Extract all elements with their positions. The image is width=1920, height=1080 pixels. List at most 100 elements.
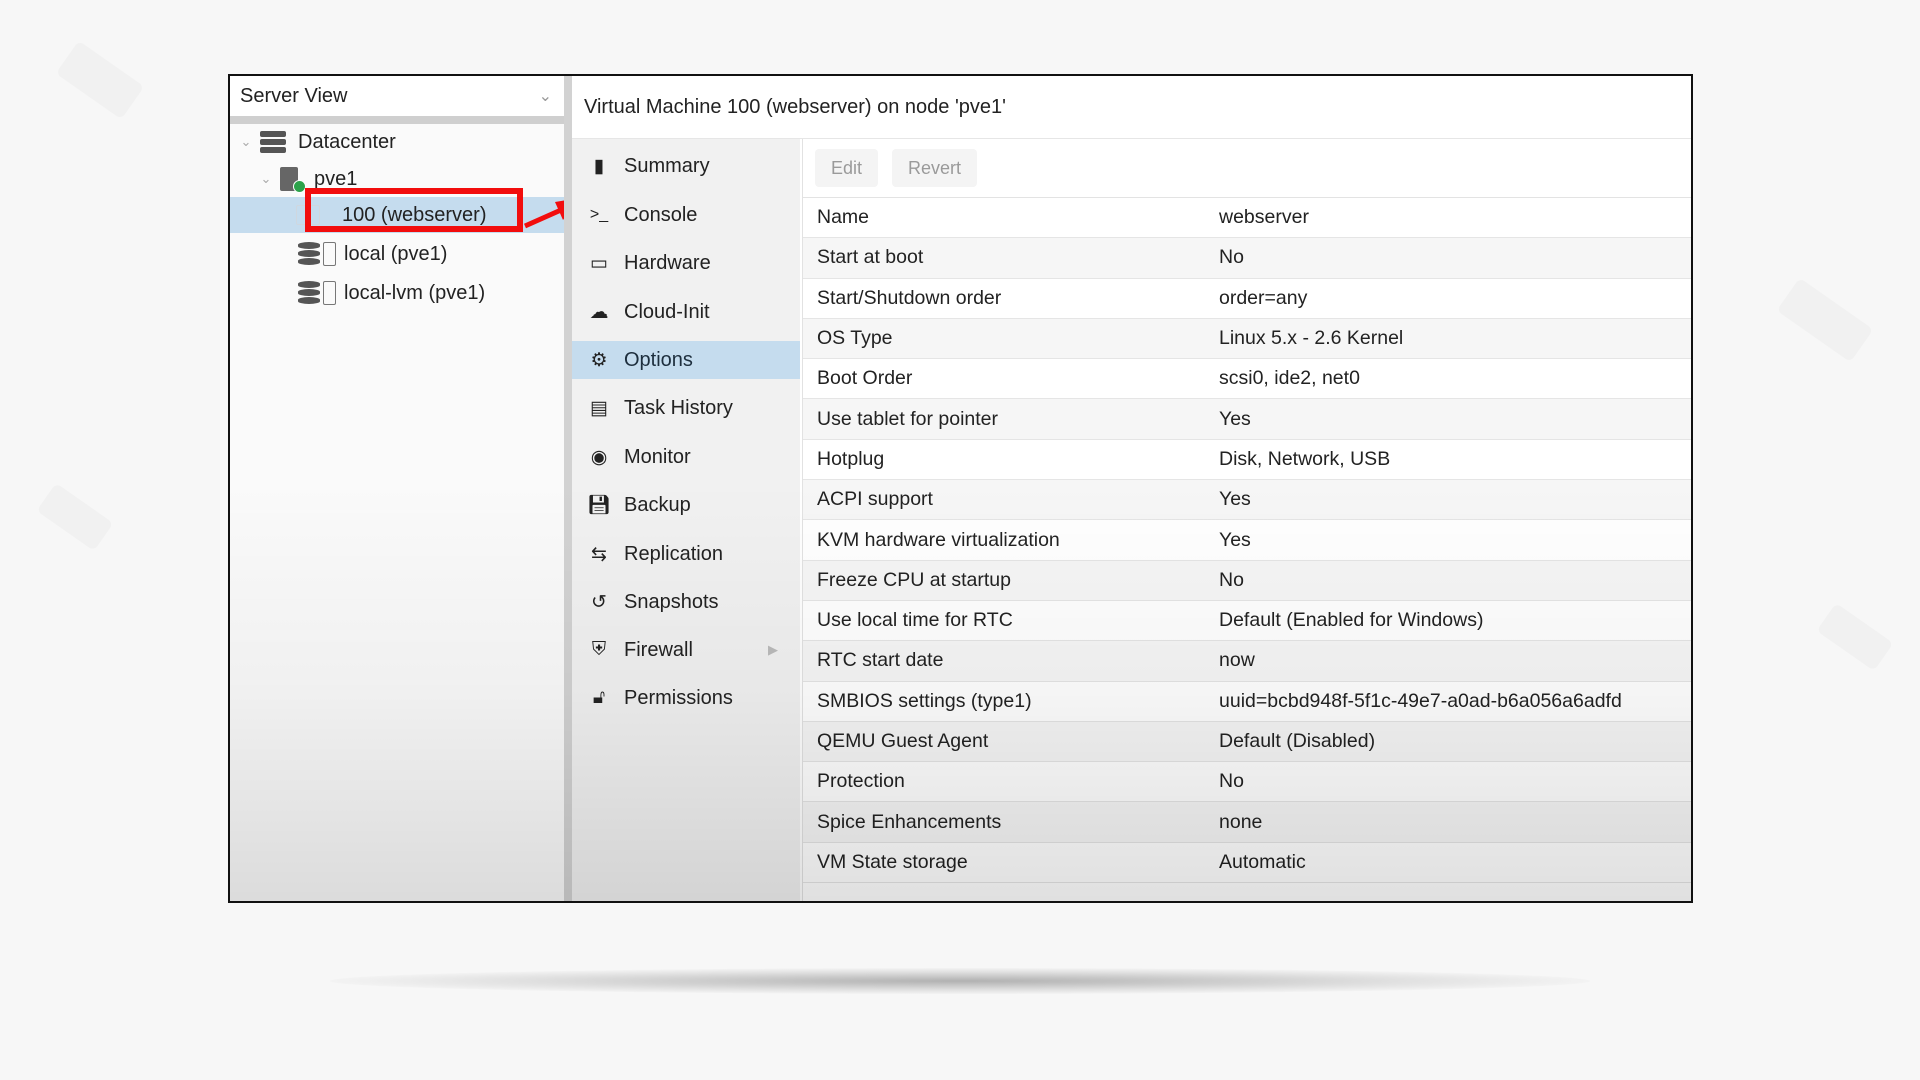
storage-icon (298, 242, 320, 266)
option-value: No (1219, 246, 1244, 269)
option-key: OS Type (817, 327, 893, 350)
option-key: Hotplug (817, 447, 885, 470)
option-row[interactable]: Protection No (803, 762, 1691, 803)
option-value: Yes (1219, 407, 1251, 430)
options-toolbar: Edit Revert (803, 139, 1691, 198)
nav-item-snapshots[interactable]: ↺ Snapshots (572, 583, 800, 621)
nav-item-label: Snapshots (624, 590, 719, 613)
nav-item-label: Console (624, 203, 698, 226)
panel-splitter[interactable] (564, 76, 572, 901)
option-row[interactable]: Start/Shutdown order order=any (803, 279, 1691, 319)
option-row[interactable]: ACPI support Yes (803, 480, 1691, 521)
option-row[interactable]: Use tablet for pointer Yes (803, 399, 1691, 440)
drop-shadow (330, 968, 1590, 994)
option-row[interactable]: Boot Order scsi0, ide2, net0 (803, 359, 1691, 400)
option-key: QEMU Guest Agent (817, 730, 989, 752)
background-shape (36, 482, 114, 552)
background-shape (55, 40, 145, 120)
view-selector-label: Server View (240, 84, 348, 107)
option-key: SMBIOS settings (type1) (817, 689, 1032, 712)
nav-item-label: Firewall (624, 638, 693, 661)
shield-icon: ⛨ (591, 639, 607, 660)
nav-item-backup[interactable]: 💾︎ Backup (572, 486, 800, 524)
revert-button[interactable]: Revert (892, 149, 978, 187)
option-key: RTC start date (817, 649, 944, 672)
nav-item-console[interactable]: >_ Console (572, 196, 800, 234)
page-title: Virtual Machine 100 (webserver) on node … (572, 76, 1691, 139)
view-selector[interactable]: Server View ⌄ (230, 76, 564, 116)
eye-icon: ◉ (590, 446, 608, 468)
option-value: now (1219, 649, 1255, 672)
option-key: VM State storage (817, 850, 968, 873)
nav-item-label: Replication (624, 542, 723, 565)
server-online-icon (280, 167, 306, 193)
option-key: Use local time for RTC (817, 609, 1013, 632)
nav-item-label: Cloud-Init (624, 300, 710, 323)
background-shape (1816, 602, 1894, 672)
option-value: scsi0, ide2, net0 (1219, 367, 1360, 390)
history-icon: ↺ (591, 591, 607, 613)
option-value: none (1219, 810, 1263, 833)
option-key: Freeze CPU at startup (817, 568, 1011, 591)
nav-item-label: Hardware (624, 251, 711, 274)
book-icon: ▮ (593, 155, 605, 177)
option-row[interactable]: Hotplug Disk, Network, USB (803, 440, 1691, 481)
tree-node-label: local (pve1) (344, 242, 448, 265)
arrow-shaft (523, 207, 563, 229)
nav-item-replication[interactable]: ⇆ Replication (572, 535, 800, 573)
vm-nav-menu: ▮ Summary >_ Console ▭ Hardware ☁ Cloud-… (572, 139, 800, 901)
option-value: uuid=bcbd948f-5f1c-49e7-a0ad-b6a056a6adf… (1219, 689, 1622, 712)
nav-item-options[interactable]: ⚙ Options (572, 341, 800, 379)
monitor-icon: ▭ (590, 252, 608, 274)
nav-item-monitor[interactable]: ◉ Monitor (572, 438, 800, 476)
option-key: Start/Shutdown order (817, 286, 1002, 309)
unlock-icon: 🔓︎ (592, 687, 606, 708)
storage-icon (298, 281, 320, 305)
option-row[interactable]: OS Type Linux 5.x - 2.6 Kernel (803, 318, 1691, 360)
nav-item-task-history[interactable]: ▤ Task History (572, 389, 800, 427)
expand-chevron-icon[interactable]: ⌄ (238, 134, 254, 150)
option-value: Yes (1219, 488, 1251, 511)
tree-node-storage-local[interactable]: local (pve1) (230, 236, 564, 272)
option-value: order=any (1219, 286, 1308, 309)
terminal-icon: >_ (589, 206, 609, 223)
option-key: Start at boot (817, 246, 924, 269)
submenu-arrow-icon: ▶ (768, 642, 778, 657)
nav-item-permissions[interactable]: 🔓︎ Permissions (572, 679, 800, 717)
tree-node-label: Datacenter (298, 130, 396, 153)
vm-panel: Virtual Machine 100 (webserver) on node … (572, 76, 1691, 901)
nav-item-cloud-init[interactable]: ☁ Cloud-Init (572, 293, 800, 331)
background-shape (1776, 277, 1874, 363)
option-value: Disk, Network, USB (1219, 447, 1391, 470)
tree-node-storage-local-lvm[interactable]: local-lvm (pve1) (230, 275, 564, 311)
option-row[interactable]: Name webserver (803, 198, 1691, 239)
nav-item-hardware[interactable]: ▭ Hardware (572, 244, 800, 282)
option-value: Linux 5.x - 2.6 Kernel (1219, 327, 1404, 350)
highlight-annotation-box (305, 188, 523, 232)
gear-icon: ⚙ (590, 349, 608, 371)
option-row[interactable]: Use local time for RTC Default (Enabled f… (803, 601, 1691, 642)
option-row[interactable]: VM State storage Automatic (803, 843, 1691, 884)
retweet-icon: ⇆ (591, 543, 607, 565)
option-row[interactable]: RTC start date now (803, 641, 1691, 682)
nav-item-firewall[interactable]: ⛨ Firewall ▶ (572, 631, 800, 669)
nav-item-label: Monitor (624, 445, 691, 468)
resource-tree-panel: Server View ⌄ ⌄ Datacenter ⌄ pve1 100 (w… (230, 76, 579, 901)
edit-button[interactable]: Edit (815, 149, 879, 187)
options-grid: Name webserver Start at boot No Start/Shutdo… (803, 198, 1691, 884)
nav-item-label: Task History (624, 396, 733, 419)
option-row[interactable]: QEMU Guest Agent Default (Disabled) (803, 721, 1691, 763)
tree-node-datacenter[interactable]: ⌄ Datacenter (230, 124, 564, 160)
option-row[interactable]: Spice Enhancements none (803, 802, 1691, 843)
nav-item-summary[interactable]: ▮ Summary (572, 147, 800, 185)
option-key: Boot Order (817, 367, 913, 390)
option-value: No (1219, 568, 1244, 591)
option-value: Default (Disabled) (1219, 730, 1376, 752)
option-row[interactable]: SMBIOS settings (type1) uuid=bcbd948f-5f1… (803, 682, 1691, 722)
expand-chevron-icon[interactable]: ⌄ (258, 171, 274, 187)
option-row[interactable]: Start at boot No (803, 238, 1691, 279)
nav-item-label: Backup (624, 493, 691, 516)
option-row[interactable]: Freeze CPU at startup No (803, 560, 1691, 601)
option-value: Yes (1219, 528, 1251, 551)
option-row[interactable]: KVM hardware virtualization Yes (803, 520, 1691, 561)
